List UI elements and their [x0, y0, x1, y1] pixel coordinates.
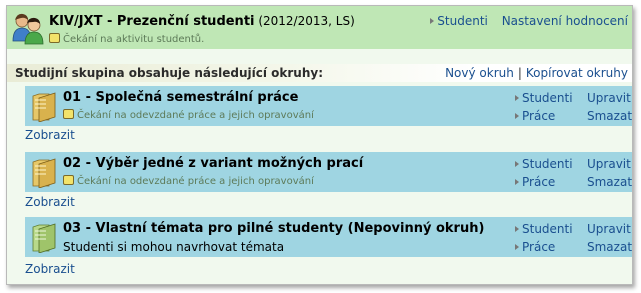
topic-works-link[interactable]: Práce: [515, 240, 555, 254]
link-separator: |: [517, 66, 522, 80]
topic-show-link[interactable]: Zobrazit: [25, 128, 75, 142]
topic-status: Čekání na odevzdané práce a jejich oprav…: [63, 175, 314, 187]
topic-row: 01 - Společná semestrální práce Čekání n…: [25, 86, 632, 126]
topic-students-link[interactable]: Studenti: [515, 91, 573, 105]
new-topic-link[interactable]: Nový okruh: [445, 66, 514, 80]
arrow-right-icon: [515, 179, 519, 185]
folder-icon: [32, 223, 56, 253]
topic-edit-link[interactable]: Upravit: [587, 222, 631, 236]
arrow-right-icon: [430, 18, 435, 24]
topic-title: 03 - Vlastní témata pro pilné studenty (…: [63, 221, 485, 236]
header-links: Studenti Nastavení hodnocení: [430, 14, 628, 28]
topic-show-link[interactable]: Zobrazit: [25, 195, 75, 209]
semester-label: (2012/2013, LS): [258, 14, 355, 28]
group-header: KIV/JXT - Prezenční studenti (2012/2013,…: [7, 6, 632, 49]
folder-icon: [32, 92, 56, 122]
topic-description: Studenti si mohou navrhovat témata: [63, 240, 285, 254]
topics-heading-bar: Studijní skupina obsahuje následující ok…: [7, 64, 632, 82]
students-link[interactable]: Studenti: [437, 14, 488, 28]
topic-status-text: Čekání na odevzdané práce a jejich oprav…: [77, 176, 314, 187]
topic-works-link[interactable]: Práce: [515, 109, 555, 123]
topic-row: 02 - Výběr jedné z variant možných prací…: [25, 152, 632, 192]
topic-row: 03 - Vlastní témata pro pilné studenty (…: [25, 217, 632, 257]
arrow-right-icon: [515, 244, 519, 250]
folder-icon: [32, 158, 56, 188]
arrow-right-icon: [515, 161, 519, 167]
topic-show-link[interactable]: Zobrazit: [25, 262, 75, 276]
topics-actions: Nový okruh | Kopírovat okruhy: [445, 66, 628, 80]
topic-status-text: Čekání na odevzdané práce a jejich oprav…: [77, 110, 314, 121]
arrow-right-icon: [515, 95, 519, 101]
topic-status: Čekání na odevzdané práce a jejich oprav…: [63, 109, 314, 121]
arrow-right-icon: [515, 113, 519, 119]
topic-edit-link[interactable]: Upravit: [587, 157, 631, 171]
comment-icon: [63, 175, 74, 185]
group-panel: KIV/JXT - Prezenční studenti (2012/2013,…: [6, 5, 633, 285]
grading-settings-link[interactable]: Nastavení hodnocení: [502, 14, 628, 28]
users-icon: [12, 13, 44, 45]
copy-topics-link[interactable]: Kopírovat okruhy: [526, 66, 628, 80]
topic-delete-link[interactable]: Smazat: [587, 109, 632, 123]
topic-title: 01 - Společná semestrální práce: [63, 90, 299, 105]
group-title-line: KIV/JXT - Prezenční studenti (2012/2013,…: [49, 14, 355, 29]
topic-title: 02 - Výběr jedné z variant možných prací: [63, 156, 364, 171]
topic-delete-link[interactable]: Smazat: [587, 175, 632, 189]
group-status-text: Čekání na aktivitu studentů.: [63, 34, 205, 45]
topics-heading: Studijní skupina obsahuje následující ok…: [15, 66, 323, 80]
group-status: Čekání na aktivitu studentů.: [49, 33, 204, 45]
arrow-right-icon: [515, 226, 519, 232]
topic-students-link[interactable]: Studenti: [515, 222, 573, 236]
topic-edit-link[interactable]: Upravit: [587, 91, 631, 105]
comment-icon: [49, 33, 60, 43]
topic-delete-link[interactable]: Smazat: [587, 240, 632, 254]
topic-students-link[interactable]: Studenti: [515, 157, 573, 171]
comment-icon: [63, 109, 74, 119]
topic-works-link[interactable]: Práce: [515, 175, 555, 189]
page-title: KIV/JXT - Prezenční studenti: [49, 14, 255, 29]
